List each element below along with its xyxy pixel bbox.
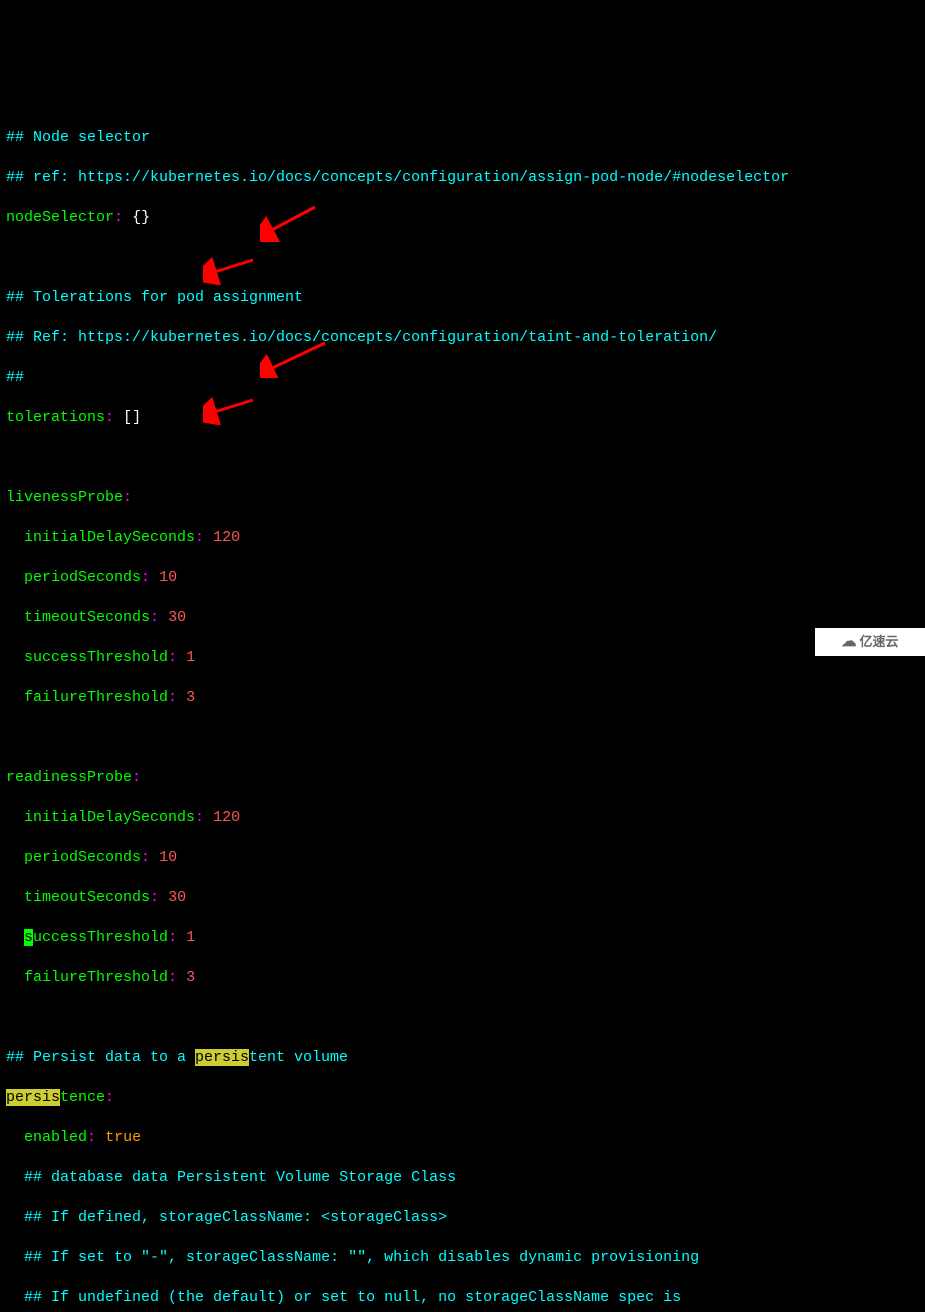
comment-text: ## database data Persistent Volume Stora… [24,1169,456,1186]
blank-line [6,248,919,268]
watermark-badge: ☁ 亿速云 [815,628,925,656]
comment-text: ## If undefined (the default) or set to … [24,1289,681,1306]
code-line: initialDelaySeconds: 120 [6,528,919,548]
yaml-key: livenessProbe [6,489,123,506]
yaml-key: failureThreshold [24,969,168,986]
yaml-value: 120 [213,809,240,826]
code-line: periodSeconds: 10 [6,568,919,588]
cloud-icon: ☁ [841,632,856,652]
colon: : [87,1129,96,1146]
colon: : [195,809,204,826]
code-line: timeoutSeconds: 30 [6,888,919,908]
yaml-key: tence [60,1089,105,1106]
yaml-key: failureThreshold [24,689,168,706]
code-line: timeoutSeconds: 30 [6,608,919,628]
code-line: ## Tolerations for pod assignment [6,288,919,308]
code-line: ## If set to "-", storageClassName: "", … [6,1248,919,1268]
yaml-value: [] [123,409,141,426]
yaml-value: 1 [186,929,195,946]
colon: : [141,849,150,866]
search-highlight: persis [195,1049,249,1066]
code-line: ## Node selector [6,128,919,148]
yaml-key: readinessProbe [6,769,132,786]
yaml-key: initialDelaySeconds [24,809,195,826]
watermark-text: 亿速云 [859,632,898,652]
yaml-value: 120 [213,529,240,546]
colon: : [168,969,177,986]
code-line: failureThreshold: 3 [6,968,919,988]
yaml-value: 30 [168,609,186,626]
code-line: ## [6,368,919,388]
comment-text: ## Ref: https://kubernetes.io/docs/conce… [6,329,717,346]
comment-text: tent volume [249,1049,348,1066]
comment-text: ## If set to "-", storageClassName: "", … [24,1249,699,1266]
colon: : [105,409,114,426]
yaml-key: timeoutSeconds [24,609,150,626]
comment-text: ## Tolerations for pod assignment [6,289,303,306]
code-line: ## If undefined (the default) or set to … [6,1288,919,1308]
yaml-value: 10 [159,849,177,866]
yaml-key: periodSeconds [24,569,141,586]
code-line: readinessProbe: [6,768,919,788]
code-line: ## If defined, storageClassName: <storag… [6,1208,919,1228]
colon: : [168,929,177,946]
colon: : [195,529,204,546]
code-line: livenessProbe: [6,488,919,508]
code-line: tolerations: [] [6,408,919,428]
code-line: persistence: [6,1088,919,1108]
colon: : [150,889,159,906]
yaml-value: 3 [186,689,195,706]
blank-line [6,728,919,748]
code-editor-viewport[interactable]: ## Node selector ## ref: https://kuberne… [6,108,919,1312]
yaml-value: 3 [186,969,195,986]
colon: : [114,209,123,226]
colon: : [105,1089,114,1106]
yaml-key: periodSeconds [24,849,141,866]
comment-text: ## Node selector [6,129,150,146]
yaml-value: {} [132,209,150,226]
yaml-key: tolerations [6,409,105,426]
yaml-key: uccessThreshold [33,929,168,946]
blank-line [6,1008,919,1028]
colon: : [150,609,159,626]
colon: : [132,769,141,786]
yaml-key: timeoutSeconds [24,889,150,906]
comment-text: ## ref: https://kubernetes.io/docs/conce… [6,169,789,186]
yaml-key: successThreshold [24,649,168,666]
code-line: periodSeconds: 10 [6,848,919,868]
code-line: successThreshold: 1 [6,928,919,948]
code-line: successThreshold: 1 [6,648,919,668]
yaml-value: 1 [186,649,195,666]
colon: : [168,689,177,706]
code-line: nodeSelector: {} [6,208,919,228]
yaml-key: initialDelaySeconds [24,529,195,546]
code-line: enabled: true [6,1128,919,1148]
code-line: ## database data Persistent Volume Stora… [6,1168,919,1188]
yaml-value: 30 [168,889,186,906]
yaml-value: 10 [159,569,177,586]
comment-text: ## Persist data to a [6,1049,195,1066]
code-line: initialDelaySeconds: 120 [6,808,919,828]
comment-text: ## If defined, storageClassName: <storag… [24,1209,447,1226]
code-line: ## Ref: https://kubernetes.io/docs/conce… [6,328,919,348]
colon: : [123,489,132,506]
comment-text: ## [6,369,24,386]
blank-line [6,448,919,468]
code-line: failureThreshold: 3 [6,688,919,708]
cursor: s [24,929,33,946]
code-line: ## Persist data to a persistent volume [6,1048,919,1068]
code-line: ## ref: https://kubernetes.io/docs/conce… [6,168,919,188]
yaml-key: nodeSelector [6,209,114,226]
yaml-key: enabled [24,1129,87,1146]
colon: : [141,569,150,586]
colon: : [168,649,177,666]
search-highlight: persis [6,1089,60,1106]
yaml-value: true [105,1129,141,1146]
